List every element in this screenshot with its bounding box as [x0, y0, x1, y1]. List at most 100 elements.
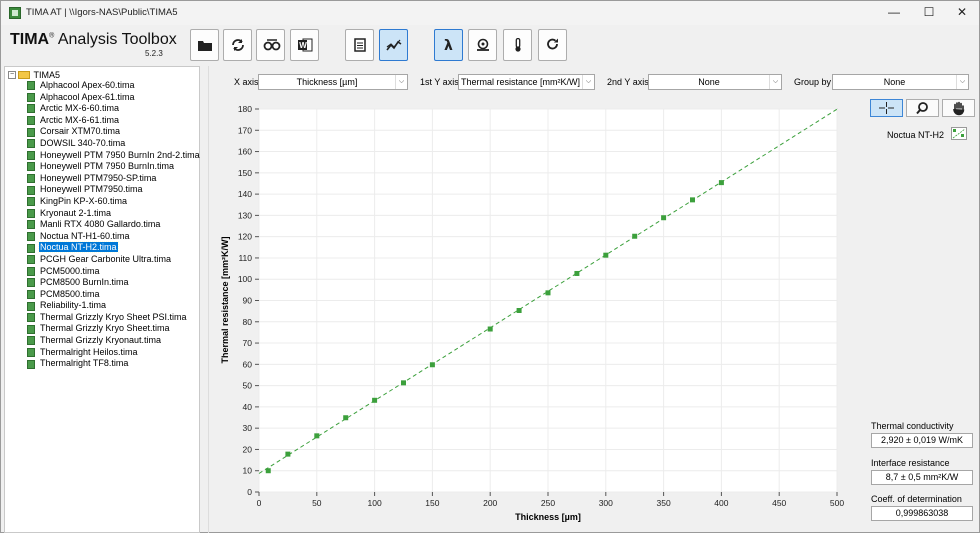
chevron-down-icon: ⌵: [769, 75, 781, 89]
zoom-tool-button[interactable]: [906, 99, 939, 117]
tima-file-icon: [27, 336, 35, 346]
tima-file-icon: [27, 162, 35, 172]
tree-item[interactable]: Noctua NT-H2.tima: [27, 241, 201, 254]
group-by-select[interactable]: None ⌵: [832, 74, 969, 90]
tree-item[interactable]: Thermal Grizzly Kryo Sheet.tima: [27, 323, 201, 335]
y-tick-label: 160: [238, 147, 252, 157]
tree-item[interactable]: PCM5000.tima: [27, 266, 201, 278]
tree-item-label: Thermal Grizzly Kryo Sheet PSI.tima: [40, 311, 187, 322]
y-tick-label: 100: [238, 274, 252, 284]
link-button[interactable]: [256, 29, 285, 61]
tree-item[interactable]: Thermal Grizzly Kryo Sheet PSI.tima: [27, 312, 201, 324]
tree-item[interactable]: Alphacool Apex-60.tima: [27, 80, 201, 92]
tree-item[interactable]: Reliability-1.tima: [27, 300, 201, 312]
group-by-value: None: [883, 77, 906, 87]
chart-line-icon: [386, 39, 402, 51]
tree-item-label: PCM8500 BurnIn.tima: [40, 277, 129, 288]
tima-file-icon: [27, 139, 35, 149]
open-folder-button[interactable]: [190, 29, 219, 61]
maximize-button[interactable]: ☐: [912, 1, 946, 25]
x-tick-label: 400: [714, 498, 728, 508]
tree-item[interactable]: Noctua NT-H1-60.tima: [27, 231, 201, 243]
x-axis-title: Thickness [µm]: [515, 512, 581, 522]
collapse-icon[interactable]: −: [8, 70, 16, 79]
crosshair-icon: [879, 102, 894, 114]
crosshair-tool-button[interactable]: [870, 99, 903, 117]
rerun-button[interactable]: [538, 29, 567, 61]
y-tick-label: 0: [247, 487, 252, 497]
tree-item[interactable]: Arctic MX-6-61.tima: [27, 115, 201, 127]
interface-resistance-value: 8,7 ± 0,5 mm²K/W: [871, 470, 973, 485]
link-icon: [263, 39, 281, 51]
tree-items: Alphacool Apex-60.tima Alphacool Apex-61.…: [27, 80, 201, 370]
chart-area[interactable]: 0 50 100 150 200 250 300 350 400 450 500 0 10 20 30 40 5…: [213, 96, 859, 526]
tree-item[interactable]: PCM8500 BurnIn.tima: [27, 277, 201, 289]
x-axis-select[interactable]: Thickness [µm] ⌵: [258, 74, 408, 90]
hand-icon: [953, 101, 965, 116]
tree-item[interactable]: Thermalright TF8.tima: [27, 358, 201, 370]
tima-file-icon: [27, 92, 35, 102]
refresh-icon: [232, 39, 244, 51]
thermometer-icon: [515, 38, 521, 52]
brand-name: TIMA: [10, 31, 50, 48]
close-button[interactable]: ✕: [945, 1, 979, 25]
minimize-button[interactable]: —: [877, 1, 911, 25]
y1-axis-select[interactable]: Thermal resistance [mm²K/W] ⌵: [458, 74, 595, 90]
tree-item[interactable]: Honeywell PTM7950.tima: [27, 184, 201, 196]
tree-item[interactable]: Honeywell PTM7950-SP.tima: [27, 173, 201, 185]
tima-file-icon: [27, 255, 35, 265]
data-point: [401, 380, 406, 386]
export-word-button[interactable]: W: [290, 29, 319, 61]
tima-file-icon: [27, 81, 35, 91]
tima-file-icon: [27, 220, 35, 230]
tima-file-icon: [27, 150, 35, 160]
chart-view-button[interactable]: [379, 29, 408, 61]
tree-item[interactable]: Thermal Grizzly Kryonaut.tima: [27, 335, 201, 347]
data-point: [718, 180, 724, 186]
tree-item[interactable]: KingPin KP-X-60.tima: [27, 196, 201, 208]
report-button[interactable]: [345, 29, 374, 61]
data-point: [343, 415, 349, 421]
tree-item[interactable]: PCGH Gear Carbonite Ultra.tima: [27, 254, 201, 266]
tree-item[interactable]: DOWSIL 340-70.tima: [27, 138, 201, 150]
tree-item-label: Honeywell PTM 7950 BurnIn 2nd-2.tima: [40, 149, 200, 160]
temperature-button[interactable]: [503, 29, 532, 61]
tima-file-icon: [27, 116, 35, 126]
chevron-down-icon: ⌵: [395, 75, 407, 89]
folder-icon: [18, 70, 30, 79]
data-point: [372, 397, 378, 403]
x-tick-label: 250: [541, 498, 555, 508]
tree-item-label: Thermalright TF8.tima: [40, 358, 129, 369]
pressure-button[interactable]: [468, 29, 497, 61]
tree-item[interactable]: Corsair XTM70.tima: [27, 126, 201, 138]
legend-label: Noctua NT-H2: [887, 130, 945, 140]
tree-item[interactable]: Alphacool Apex-61.tima: [27, 92, 201, 104]
x-axis-value: Thickness [µm]: [296, 77, 358, 87]
tree-item[interactable]: Kryonaut 2-1.tima: [27, 208, 201, 220]
coefficient-determination-value: 0,999863038: [871, 506, 973, 521]
tree-item-label: Noctua NT-H1-60.tima: [40, 230, 130, 241]
tima-file-icon: [27, 208, 35, 218]
pan-tool-button[interactable]: [942, 99, 975, 117]
y-tick-label: 20: [243, 444, 253, 454]
coefficient-determination-label: Coeff. of determination: [871, 494, 962, 504]
tree-item-label: Thermal Grizzly Kryo Sheet.tima: [40, 323, 170, 334]
data-point: [574, 270, 580, 276]
y2-axis-select[interactable]: None ⌵: [648, 74, 782, 90]
file-tree[interactable]: − TIMA5 Alphacool Apex-60.tima Alphacool …: [4, 66, 200, 533]
tree-item-label: PCGH Gear Carbonite Ultra.tima: [40, 253, 172, 264]
refresh-button[interactable]: [223, 29, 252, 61]
tree-item[interactable]: Arctic MX-6-60.tima: [27, 103, 201, 115]
tree-item[interactable]: Thermalright Heilos.tima: [27, 347, 201, 359]
tree-item[interactable]: PCM8500.tima: [27, 289, 201, 301]
x-tick-label: 150: [425, 498, 439, 508]
y-tick-label: 70: [243, 338, 253, 348]
panel-splitter[interactable]: [208, 66, 209, 533]
folder-icon: [198, 41, 212, 51]
data-point: [545, 290, 551, 296]
tree-item[interactable]: Manli RTX 4080 Gallardo.tima: [27, 219, 201, 231]
tree-item[interactable]: Honeywell PTM 7950 BurnIn 2nd-2.tima: [27, 150, 201, 162]
tree-item[interactable]: Honeywell PTM 7950 BurnIn.tima: [27, 161, 201, 173]
thermal-conductivity-value: 2,920 ± 0,019 W/mK: [871, 433, 973, 448]
lambda-button[interactable]: λ: [434, 29, 463, 61]
